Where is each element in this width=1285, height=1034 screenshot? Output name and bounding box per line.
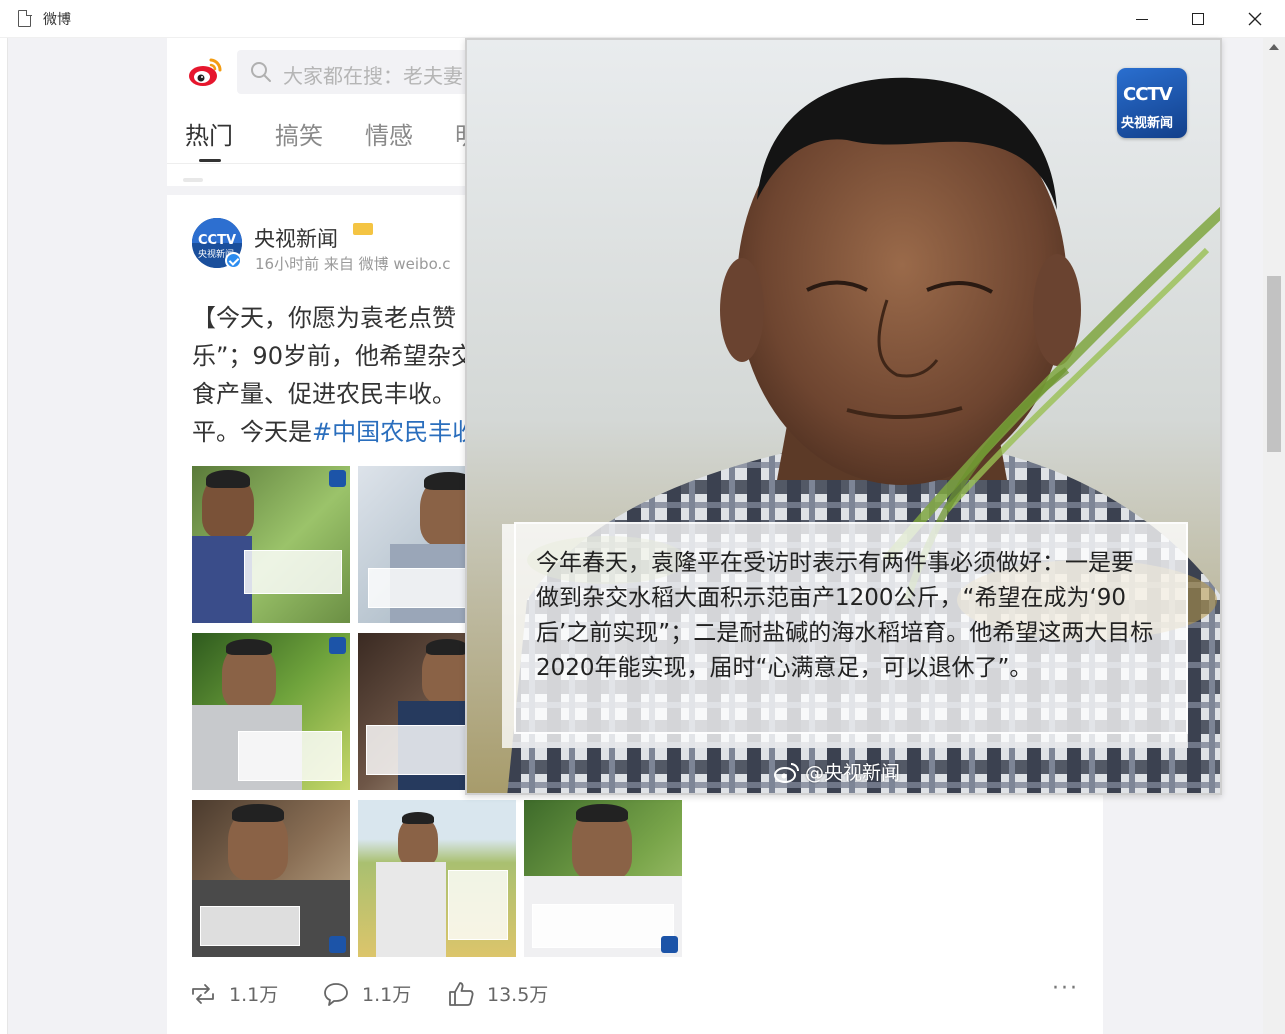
comment-icon (324, 982, 348, 1006)
tab-hot[interactable]: 热门 (185, 116, 233, 162)
cctv-logo-icon (329, 637, 346, 654)
svg-text:CCTV: CCTV (198, 233, 236, 248)
post-text-line: 【今天，你愿为袁老点赞 (192, 304, 456, 332)
post-action-bar: 1.1万 1.1万 13.5万 ··· (189, 976, 1079, 1012)
repost-icon (192, 983, 214, 1004)
window-titlebar: 微博 (0, 0, 1285, 38)
post-image-7[interactable] (192, 800, 350, 957)
post-text-line: 乐”；90岁前，他希望杂交 (192, 342, 475, 370)
search-input[interactable]: 大家都在搜：老夫妻 (283, 60, 463, 89)
vip-badge-icon (353, 223, 373, 235)
post-text-segment: 平。今天是 (192, 418, 312, 446)
hashtag-link[interactable]: #中国农民丰收 (312, 418, 476, 446)
cctv-logo-subtext: 央视新闻 (1121, 116, 1174, 131)
post-meta: 16小时前 来自 微博 weibo.c (255, 255, 451, 273)
tab-funny[interactable]: 搞笑 (275, 116, 323, 160)
like-button[interactable]: 13.5万 (447, 980, 548, 1007)
verified-badge-icon (225, 252, 242, 269)
post-image-9[interactable] (524, 800, 682, 957)
cctv-logo-icon (329, 470, 346, 487)
weibo-watermark-icon (774, 762, 799, 783)
post-image-8[interactable] (358, 800, 516, 957)
vertical-scrollbar[interactable] (1263, 38, 1285, 1034)
minimize-button[interactable] (1114, 0, 1170, 38)
cctv-logo-icon (329, 936, 346, 953)
maximize-icon (1192, 13, 1204, 25)
image-caption-box: 今年春天，袁隆平在受访时表示有两件事必须做好：一是要做到杂交水稻大面积示范亩产1… (502, 522, 1188, 748)
weibo-logo-icon[interactable] (187, 54, 223, 90)
post-text-line: 食产量、促进农民丰收。 (192, 380, 456, 408)
repost-button[interactable]: 1.1万 (189, 980, 278, 1007)
close-button[interactable] (1227, 0, 1283, 38)
watermark: @央视新闻 (773, 758, 900, 785)
maximize-button[interactable] (1170, 0, 1226, 38)
post-image-1[interactable] (192, 466, 350, 623)
cctv-logo-text: CCTV (1123, 84, 1173, 105)
comment-button[interactable]: 1.1万 (322, 980, 411, 1007)
post-text: 【今天，你愿为袁老点赞 乐”；90岁前，他希望杂交 食产量、促进农民丰收。 平。… (192, 299, 512, 451)
image-preview-overlay[interactable]: CCTV 央视新闻 今年春天，袁隆平在受访时表示有两件事必须做好：一是要做到杂交… (465, 38, 1222, 795)
repost-count: 1.1万 (229, 984, 279, 1006)
scroll-up-icon[interactable] (1269, 44, 1279, 50)
close-icon (1248, 12, 1262, 26)
post-image-4[interactable] (192, 633, 350, 790)
window-title: 微博 (43, 12, 71, 28)
pull-indicator (183, 178, 203, 182)
scrollbar-thumb[interactable] (1267, 276, 1281, 452)
cctv-logo-icon (661, 936, 678, 953)
like-count: 13.5万 (487, 984, 549, 1006)
document-icon (18, 9, 32, 27)
tab-emotion[interactable]: 情感 (365, 116, 413, 160)
post-text-line: 平。今天是#中国农民丰收 (192, 413, 512, 451)
minimize-icon (1136, 18, 1148, 20)
thumbs-up-icon (449, 981, 474, 1006)
cctv-logo-icon: CCTV 央视新闻 (1117, 68, 1187, 138)
more-options-button[interactable]: ··· (1052, 976, 1079, 1001)
watermark-text: @央视新闻 (805, 762, 901, 784)
image-caption-text: 今年春天，袁隆平在受访时表示有两件事必须做好：一是要做到杂交水稻大面积示范亩产1… (536, 550, 1154, 681)
comment-count: 1.1万 (362, 984, 412, 1006)
author-name[interactable]: 央视新闻 (254, 223, 338, 253)
search-icon (251, 62, 271, 82)
left-margin (0, 38, 8, 1034)
